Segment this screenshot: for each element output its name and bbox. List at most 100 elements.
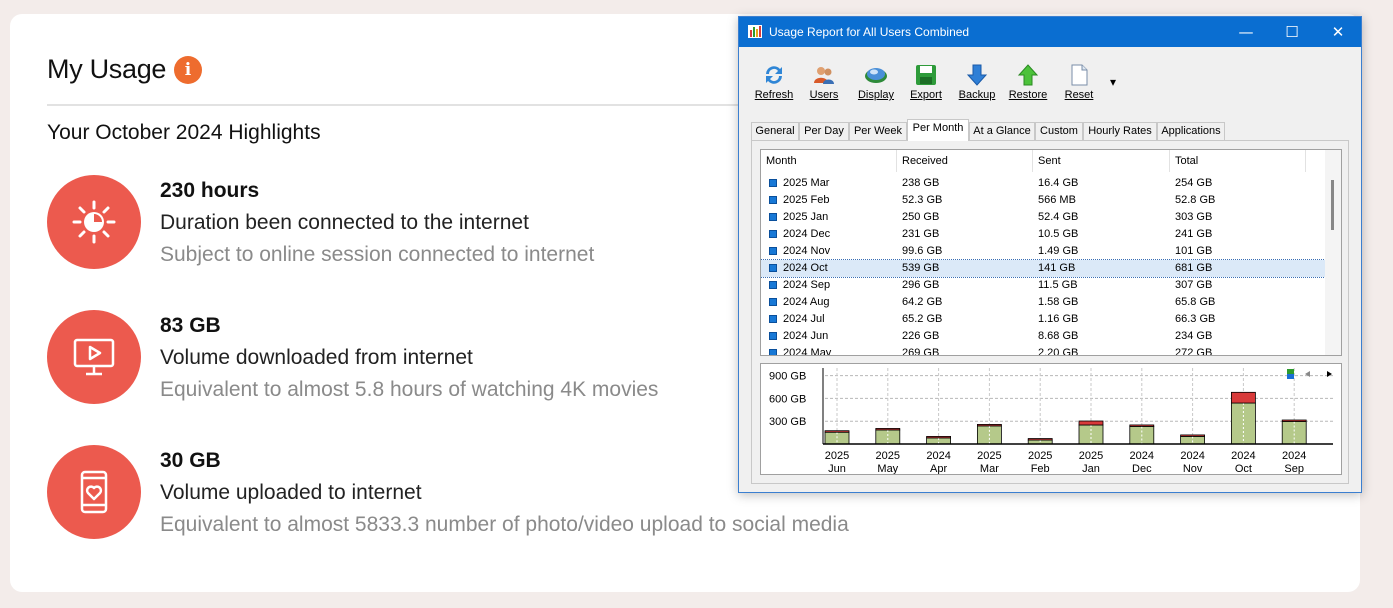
info-icon[interactable]: i [174,56,202,84]
tab-hourly-rates[interactable]: Hourly Rates [1083,122,1157,141]
close-button[interactable]: ✕ [1323,21,1353,43]
x-tick-year: 2024 [1180,450,1204,462]
window-titlebar[interactable]: Usage Report for All Users Combined — ☐ … [739,17,1361,47]
tool-label: Reset [1064,89,1094,101]
tool-label: Users [809,89,839,101]
row-icon [769,230,777,238]
cell-total: 303 GB [1175,211,1213,223]
users-icon [814,67,834,84]
x-tick-year: 2024 [1282,450,1306,462]
tab-general[interactable]: General [751,122,799,141]
table-row[interactable]: 2024 Jun 226 GB 8.68 GB 234 GB [761,328,1327,345]
legend-received-marker[interactable] [1287,369,1294,374]
cell-received: 64.2 GB [902,296,943,308]
cell-sent: 1.49 GB [1038,245,1079,257]
up-arrow-icon [1017,64,1039,86]
table-row[interactable]: 2024 Dec 231 GB 10.5 GB 241 GB [761,226,1327,243]
tool-label: Backup [958,89,996,101]
x-tick-year: 2025 [1028,450,1052,462]
bar-sent [926,436,952,439]
row-icon [769,281,777,289]
export-button[interactable]: Export [901,63,951,101]
display-icon [865,68,887,83]
column-header-received[interactable]: Received [897,150,1033,172]
legend-sent-marker[interactable] [1287,374,1294,379]
x-tick-month: Mar [980,463,999,474]
highlight-description: Duration been connected to the internet [160,211,529,234]
cell-month: 2025 Feb [783,194,830,206]
highlight-note: Equivalent to almost 5.8 hours of watchi… [160,378,659,401]
display-button[interactable]: Display [851,63,901,101]
scrollbar-thumb[interactable] [1331,180,1334,230]
highlight-value: 83 GB [160,314,221,337]
cell-month: 2024 Dec [783,228,831,240]
tab-at-a-glance[interactable]: At a Glance [969,122,1035,141]
save-icon [916,65,936,85]
tab-applications[interactable]: Applications [1157,122,1225,141]
tab-per-day[interactable]: Per Day [799,122,849,141]
reset-button[interactable]: Reset [1054,63,1104,101]
cell-received: 226 GB [902,330,940,342]
table-row[interactable]: 2025 Feb 52.3 GB 566 MB 52.8 GB [761,192,1327,209]
x-tick-month: Jun [828,463,846,474]
scroll-left-icon[interactable] [1305,371,1310,377]
y-tick-label: 900 GB [769,371,806,383]
cell-month: 2024 Nov [783,245,831,257]
cell-received: 231 GB [902,228,940,240]
scroll-right-icon[interactable] [1327,371,1332,377]
chart-svg: 900 GB600 GB300 GB2025Jun2025May2024Apr2… [769,368,1333,475]
maximize-button[interactable]: ☐ [1277,21,1307,43]
table-row[interactable]: 2025 Jan 250 GB 52.4 GB 303 GB [761,209,1327,226]
refresh-button[interactable]: Refresh [749,63,799,101]
bar-received [875,429,901,445]
tool-label: Refresh [754,89,794,101]
tab-custom[interactable]: Custom [1035,122,1083,141]
table-row[interactable]: 2024 Nov 99.6 GB 1.49 GB 101 GB [761,243,1327,260]
users-button[interactable]: Users [799,63,849,101]
cell-received: 250 GB [902,211,940,223]
cell-month: 2024 Aug [783,296,830,308]
tab-per-month[interactable]: Per Month [907,119,969,141]
toolbar-more-button[interactable]: ▾ [1103,75,1123,89]
cell-sent: 11.5 GB [1038,279,1078,291]
highlight-value: 230 hours [160,179,260,202]
x-tick-month: Jan [1082,463,1100,474]
cell-sent: 16.4 GB [1038,177,1079,189]
month-list[interactable]: Month Received Sent Total 2025 Mar 238 GB… [760,149,1342,356]
page-title: My Usage [47,54,167,84]
table-row[interactable]: 2024 Jul 65.2 GB 1.16 GB 66.3 GB [761,311,1327,328]
vertical-scrollbar[interactable] [1325,150,1341,355]
cell-received: 296 GB [902,279,940,291]
highlight-description: Volume uploaded to internet [160,481,422,504]
cell-total: 307 GB [1175,279,1213,291]
bar-sent [824,430,850,433]
x-tick-year: 2025 [825,450,849,462]
cell-month: 2024 Jul [783,313,825,325]
backup-button[interactable]: Backup [952,63,1002,101]
row-icon [769,349,777,355]
cell-sent: 2.20 GB [1038,347,1079,356]
minimize-button[interactable]: — [1231,21,1261,43]
column-header-total[interactable]: Total [1170,150,1306,172]
column-header-month[interactable]: Month [761,150,897,172]
cell-month: 2024 Sep [783,279,831,291]
table-row[interactable]: 2024 May 269 GB 2.20 GB 272 GB [761,345,1327,356]
table-row[interactable]: 2025 Mar 238 GB 16.4 GB 254 GB [761,175,1327,192]
tool-label: Restore [1008,89,1048,101]
chevron-down-icon: ▾ [1109,75,1117,89]
restore-button[interactable]: Restore [1003,63,1053,101]
cell-sent: 566 MB [1038,194,1076,206]
cell-total: 52.8 GB [1175,194,1216,206]
row-icon [769,264,777,272]
tab-per-week[interactable]: Per Week [849,122,907,141]
table-row[interactable]: 2024 Aug 64.2 GB 1.58 GB 65.8 GB [761,294,1327,311]
per-month-panel: Month Received Sent Total 2025 Mar 238 GB… [751,140,1349,484]
cell-received: 539 GB [902,262,940,274]
table-row[interactable]: 2024 Oct 539 GB 141 GB 681 GB [761,259,1328,278]
cell-total: 241 GB [1175,228,1213,240]
table-row[interactable]: 2024 Sep 296 GB 11.5 GB 307 GB [761,277,1327,294]
x-tick-year: 2024 [926,450,950,462]
x-tick-month: May [877,463,898,474]
bar-sent [976,424,1002,427]
column-header-sent[interactable]: Sent [1033,150,1170,172]
